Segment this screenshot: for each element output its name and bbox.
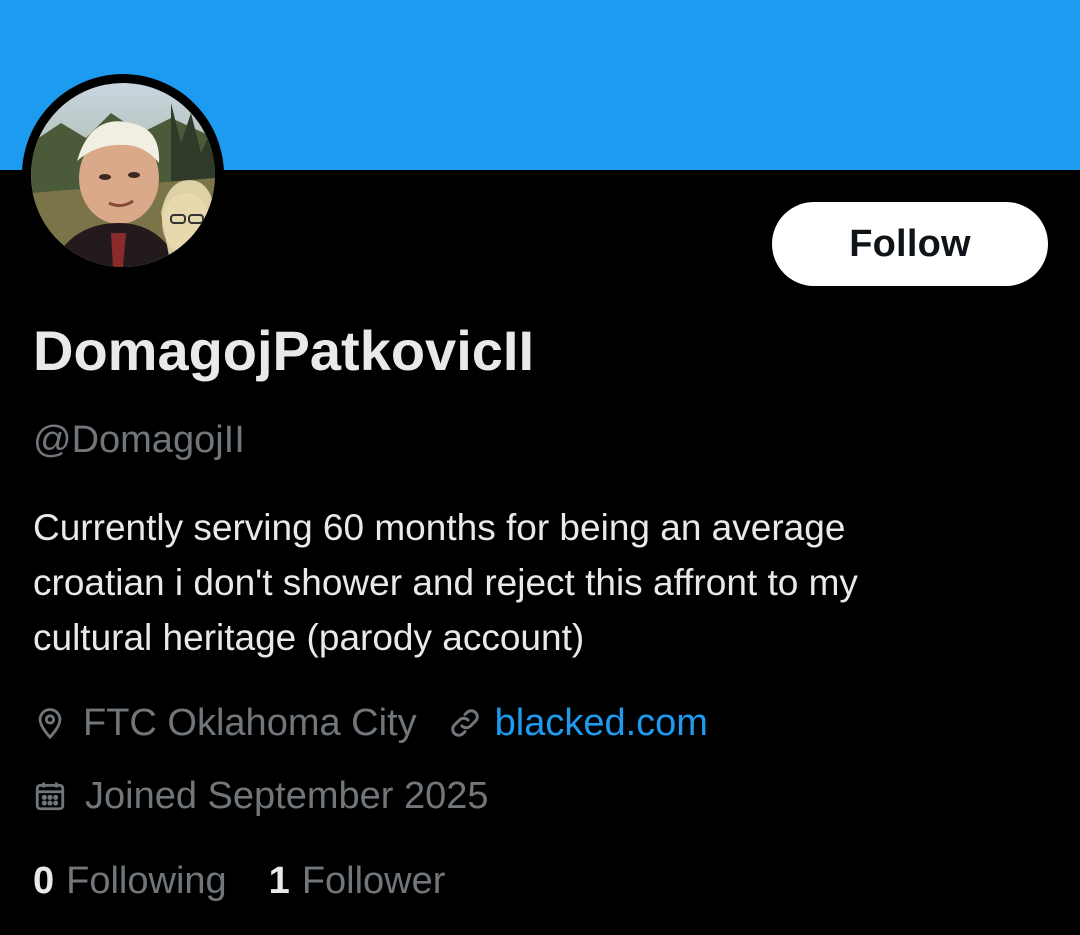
website-link[interactable]: blacked.com [495, 702, 708, 745]
followers-label: Follower [301, 859, 446, 902]
avatar[interactable] [22, 74, 224, 276]
location-text: FTC Oklahoma City [83, 701, 417, 744]
link-icon [447, 705, 483, 741]
following-count: 0 [33, 859, 55, 902]
followers-stat[interactable]: 1 Follower [269, 860, 446, 903]
location-pin-icon [33, 704, 67, 742]
avatar-photo [31, 83, 215, 267]
display-name: DomagojPatkovicII [33, 319, 535, 382]
following-label: Following [66, 859, 227, 902]
user-handle: @DomagojII [33, 419, 245, 461]
followers-count: 1 [268, 859, 290, 902]
follow-button[interactable]: Follow [772, 202, 1048, 286]
following-stat[interactable]: 0 Following [33, 860, 227, 903]
joined-date: Joined September 2025 [85, 774, 489, 817]
calendar-icon [33, 779, 67, 813]
profile-bio: Currently serving 60 months for being an… [33, 507, 858, 658]
follow-stats: 0 Following 1 Follower [33, 855, 445, 907]
profile-meta-joined: Joined September 2025 [33, 771, 489, 821]
profile-meta-location-website: FTC Oklahoma City blacked.com [33, 698, 708, 748]
